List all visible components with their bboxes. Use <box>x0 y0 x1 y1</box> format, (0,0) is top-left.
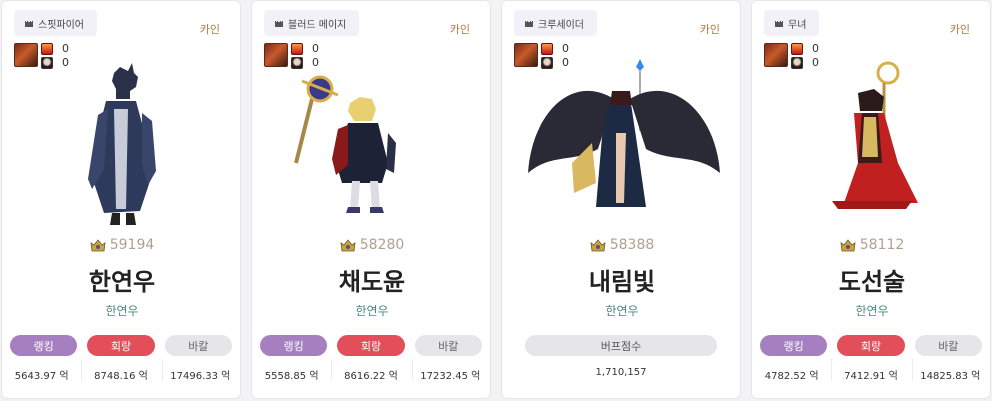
character-name: 도선술 <box>838 268 906 296</box>
bakal-tag[interactable]: 바칼 <box>164 335 232 356</box>
fame-score: 59194 <box>2 237 240 253</box>
crown-badge-icon <box>340 238 356 251</box>
character-name: 내림빛 <box>588 268 656 296</box>
fame-value: 58388 <box>609 237 655 253</box>
fame-value: 59194 <box>109 237 155 253</box>
adventure-name: 한연우 <box>105 304 139 318</box>
character-sprite <box>88 63 156 225</box>
ranking-value: 4782.52 억 <box>764 371 819 382</box>
crown-badge-icon <box>90 238 106 251</box>
adventure-name: 한연우 <box>355 304 389 318</box>
character-name: 채도윤 <box>338 268 406 296</box>
character-card[interactable]: 무녀 카인 0 0 58112 도선술 한연우 랭킹 회랑 바칼 4782.52… <box>751 0 991 399</box>
character-card[interactable]: 크루세이더 카인 0 0 58388 내림빛 한연우 버프점수 1,710,15… <box>501 0 741 399</box>
character-name: 한연우 <box>88 268 156 296</box>
corridor-tag[interactable]: 회랑 <box>87 335 155 356</box>
fame-score: 58388 <box>502 237 740 253</box>
server-label: 카인 <box>199 23 220 36</box>
bakal-tag[interactable]: 바칼 <box>914 335 982 356</box>
corridor-tag[interactable]: 회랑 <box>837 335 905 356</box>
castle-icon <box>25 21 33 27</box>
fame-score: 58112 <box>752 237 990 253</box>
job-badge: 블러드 메이지 <box>264 10 360 36</box>
corridor-tag[interactable]: 회랑 <box>337 335 405 356</box>
ranking-tag[interactable]: 랭킹 <box>260 335 328 356</box>
buff-score-tag[interactable]: 버프점수 <box>525 335 717 356</box>
corridor-value: 8748.16 억 <box>94 371 148 382</box>
job-label: 크루세이더 <box>538 19 584 31</box>
job-label: 블러드 메이지 <box>288 19 347 31</box>
castle-icon <box>525 21 533 27</box>
fame-score: 58280 <box>252 237 490 253</box>
server-label: 카인 <box>699 23 720 36</box>
bakal-tag[interactable]: 바칼 <box>414 335 482 356</box>
job-label: 무녀 <box>788 19 807 31</box>
bakal-value: 14825.83 억 <box>920 371 981 382</box>
bakal-value: 17232.45 억 <box>420 371 481 382</box>
server-label: 카인 <box>449 23 470 36</box>
buff-score-value: 1,710,157 <box>595 367 647 378</box>
job-badge: 스핏파이어 <box>14 10 97 36</box>
character-card-list: 스핏파이어 카인 0 0 59194 한연우 한연우 랭킹 회랑 바칼 5643… <box>0 0 992 401</box>
ranking-value: 5558.85 억 <box>264 371 319 382</box>
character-card[interactable]: 스핏파이어 카인 0 0 59194 한연우 한연우 랭킹 회랑 바칼 5643… <box>1 0 241 399</box>
fame-value: 58112 <box>859 237 905 253</box>
castle-icon <box>275 21 283 27</box>
character-sprite <box>528 59 720 207</box>
ranking-value: 5643.97 억 <box>14 371 69 382</box>
character-sprite <box>294 75 396 213</box>
job-badge: 크루세이더 <box>514 10 597 36</box>
adventure-name: 한연우 <box>605 304 639 318</box>
ranking-tag[interactable]: 랭킹 <box>760 335 828 356</box>
corridor-value: 8616.22 억 <box>344 371 398 382</box>
character-card[interactable]: 블러드 메이지 카인 0 0 58280 채도윤 한연우 랭킹 회랑 바칼 55… <box>251 0 491 399</box>
character-sprite <box>832 61 918 209</box>
corridor-value: 7412.91 억 <box>844 371 898 382</box>
fame-value: 58280 <box>359 237 405 253</box>
crown-badge-icon <box>590 238 606 251</box>
job-label: 스핏파이어 <box>38 19 84 31</box>
adventure-name: 한연우 <box>855 304 889 318</box>
server-label: 카인 <box>949 23 970 36</box>
ranking-tag[interactable]: 랭킹 <box>10 335 78 356</box>
job-badge: 무녀 <box>764 10 820 36</box>
castle-icon <box>775 21 783 27</box>
crown-badge-icon <box>840 238 856 251</box>
bakal-value: 17496.33 억 <box>170 371 231 382</box>
